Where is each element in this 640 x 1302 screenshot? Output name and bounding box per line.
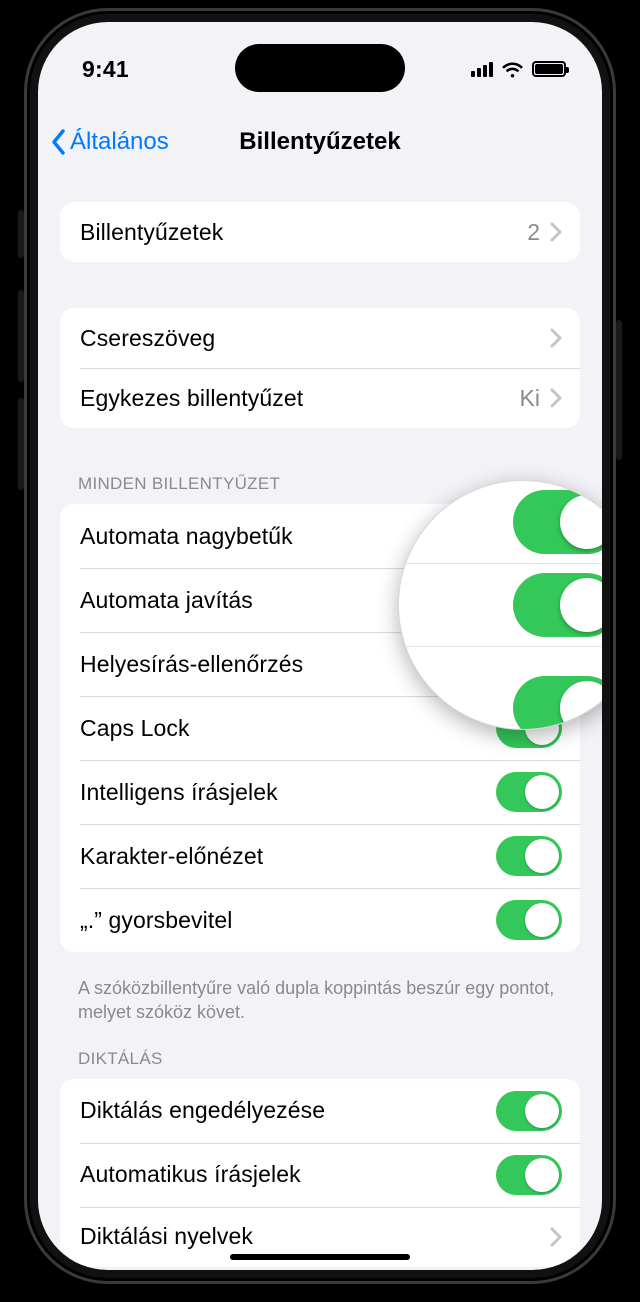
row-label: Helyesírás-ellenőrzés — [80, 651, 303, 678]
enable-dictation-toggle[interactable] — [496, 1091, 562, 1131]
back-button[interactable]: Általános — [50, 110, 169, 174]
screen: 9:41 Általános Billentyűzetek — [38, 22, 602, 1270]
row-value: 2 — [527, 219, 540, 246]
phone-frame: 9:41 Általános Billentyűzetek — [24, 8, 616, 1284]
battery-icon — [532, 61, 566, 77]
row-label: Billentyűzetek — [80, 219, 223, 246]
row-label: Diktálási nyelvek — [80, 1223, 253, 1250]
character-preview-row: Karakter-előnézet — [60, 824, 580, 888]
status-time: 9:41 — [82, 56, 129, 83]
nav-bar: Általános Billentyűzetek — [38, 110, 602, 174]
wifi-icon — [501, 61, 524, 78]
home-indicator[interactable] — [230, 1254, 410, 1260]
enable-dictation-row: Diktálás engedélyezése — [60, 1079, 580, 1143]
row-value: Ki — [520, 385, 540, 412]
chevron-right-icon — [550, 328, 562, 348]
chevron-right-icon — [550, 388, 562, 408]
page-title: Billentyűzetek — [239, 128, 400, 156]
row-label: Automata javítás — [80, 587, 253, 614]
auto-punctuation-toggle[interactable] — [496, 1155, 562, 1195]
chevron-right-icon — [550, 1227, 562, 1247]
magnified-toggle-3 — [513, 676, 602, 730]
magnified-toggle-2 — [513, 573, 602, 637]
text-replacement-row[interactable]: Csereszöveg — [60, 308, 580, 368]
magnified-toggle-1 — [513, 490, 602, 554]
cellular-icon — [471, 61, 493, 77]
row-label: Karakter-előnézet — [80, 843, 263, 870]
magnifier-overlay — [398, 480, 602, 730]
chevron-left-icon — [50, 128, 68, 156]
row-label: Csereszöveg — [80, 325, 215, 352]
section-footer-all-keyboards: A szóközbillentyűre való dupla koppintás… — [60, 966, 580, 1049]
row-label: Automatikus írásjelek — [80, 1161, 301, 1188]
section-header-dictation: DIKTÁLÁS — [60, 1049, 580, 1079]
smart-punctuation-toggle[interactable] — [496, 772, 562, 812]
smart-punctuation-row: Intelligens írásjelek — [60, 760, 580, 824]
row-label: Caps Lock — [80, 715, 190, 742]
auto-punctuation-row: Automatikus írásjelek — [60, 1143, 580, 1207]
row-label: Egykezes billentyűzet — [80, 385, 303, 412]
dynamic-island — [235, 44, 405, 92]
chevron-right-icon — [550, 222, 562, 242]
row-label: Intelligens írásjelek — [80, 779, 278, 806]
one-handed-keyboard-row[interactable]: Egykezes billentyűzet Ki — [60, 368, 580, 428]
period-shortcut-toggle[interactable] — [496, 900, 562, 940]
row-label: Automata nagybetűk — [80, 523, 293, 550]
keyboards-row[interactable]: Billentyűzetek 2 — [60, 202, 580, 262]
row-label: Diktálás engedélyezése — [80, 1097, 325, 1124]
back-label: Általános — [70, 128, 169, 156]
row-label: „.” gyorsbevitel — [80, 907, 232, 934]
period-shortcut-row: „.” gyorsbevitel — [60, 888, 580, 952]
character-preview-toggle[interactable] — [496, 836, 562, 876]
